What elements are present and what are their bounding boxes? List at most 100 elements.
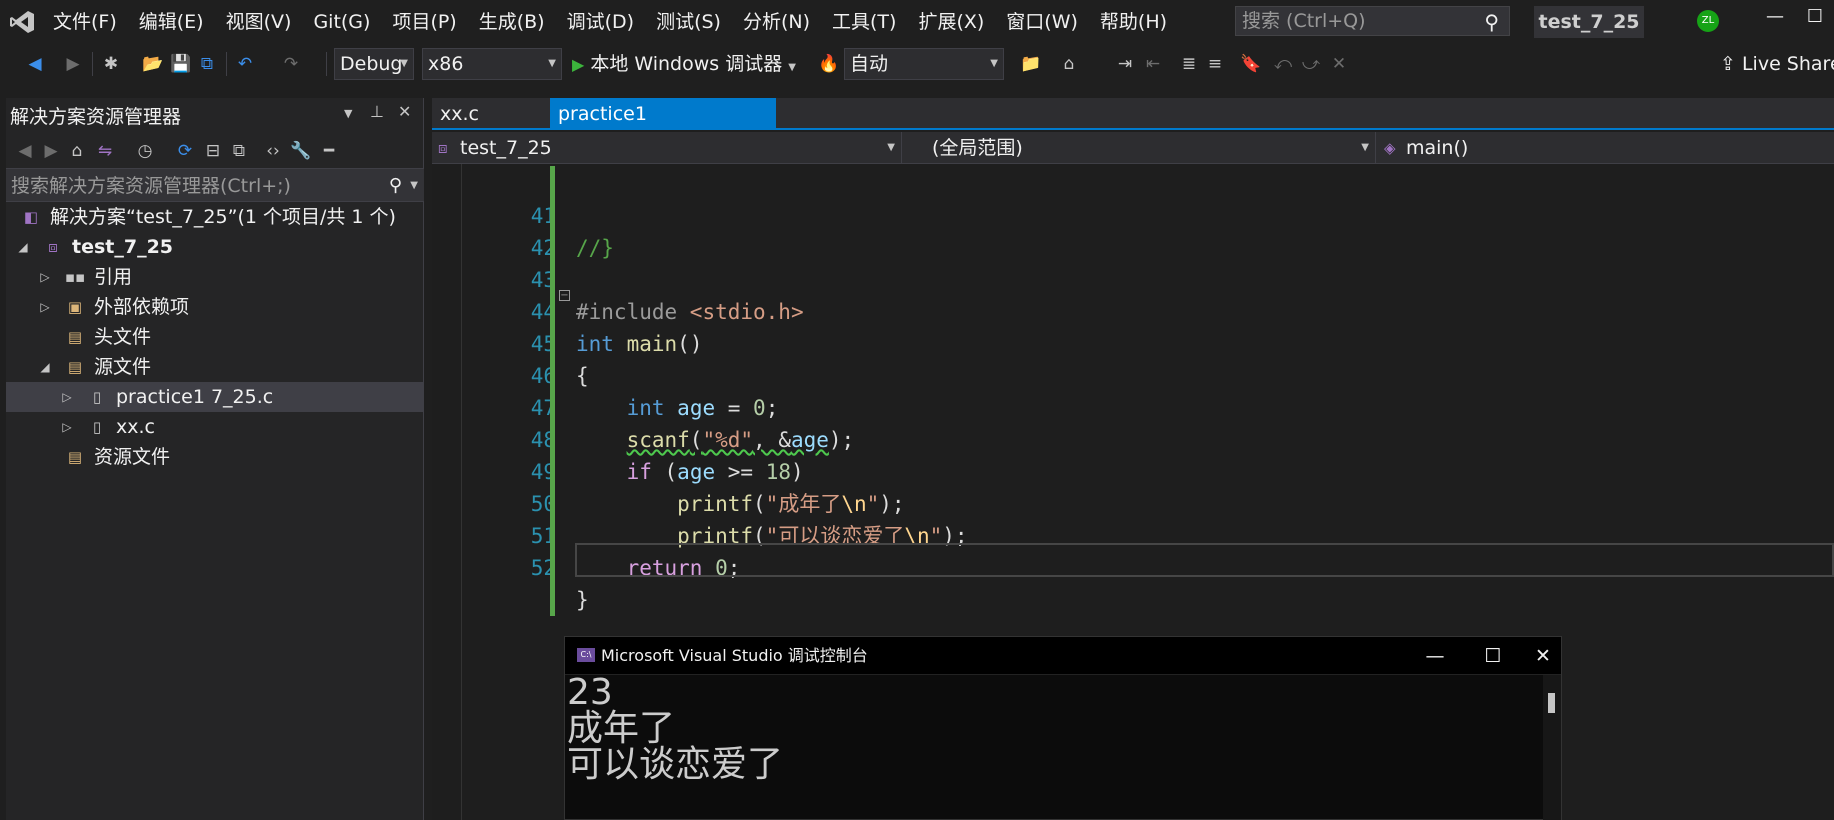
collapsed-arrow-icon[interactable]: ▷: [38, 292, 52, 322]
code-line-46[interactable]: 46 int age = 0;: [432, 328, 1834, 420]
pin-icon[interactable]: ⊥: [370, 102, 384, 121]
console-scrollbar[interactable]: [1543, 675, 1561, 820]
menu-analyze[interactable]: 分析(N): [732, 9, 821, 35]
menu-help[interactable]: 帮助(H): [1089, 9, 1178, 35]
tree-item-resource-files[interactable]: ▤ 资源文件: [6, 442, 424, 472]
tree-item-references[interactable]: ▷ ▪▪ 引用: [6, 262, 424, 292]
tree-item-header-files[interactable]: ▤ 头文件: [6, 322, 424, 352]
navigate-forward-icon[interactable]: ▶: [62, 53, 84, 75]
home-icon[interactable]: ⌂: [1058, 53, 1080, 75]
maximize-icon[interactable]: ☐: [1473, 639, 1513, 673]
code-line-48[interactable]: 48 if (age >= 18): [432, 392, 1834, 484]
code-line-44[interactable]: 44 int main(): [432, 264, 1834, 356]
nav-project-value: test_7_25: [460, 137, 552, 159]
code-line-51[interactable]: 51 return 0;: [432, 488, 1834, 580]
save-icon[interactable]: 💾: [170, 53, 192, 75]
solution-search-input[interactable]: 搜索解决方案资源管理器(Ctrl+;) ⚲ ▼: [6, 168, 424, 202]
step-over-icon[interactable]: ⇤: [1142, 53, 1164, 75]
code-line-47[interactable]: 47 scanf("%d", &age);: [432, 360, 1834, 452]
menu-build[interactable]: 生成(B): [468, 9, 556, 35]
navigate-back-icon[interactable]: ◀: [24, 53, 46, 75]
tree-item-practice-file[interactable]: ▷ ▯ practice1 7_25.c: [6, 382, 424, 412]
indent-icon[interactable]: ≡: [1204, 53, 1226, 75]
code-line-49[interactable]: 49 printf("成年了\n");: [432, 424, 1834, 516]
collapsed-arrow-icon[interactable]: ▷: [60, 412, 74, 442]
code-line-45[interactable]: 45 {: [432, 296, 1834, 388]
hot-reload-icon[interactable]: 🔥: [818, 53, 840, 75]
save-all-icon[interactable]: ⧉: [196, 53, 218, 75]
undo-icon[interactable]: ↶: [234, 53, 256, 75]
code-line-43[interactable]: 43 #include <stdio.h>: [432, 232, 1834, 324]
toolbar: ◀ ▶ ✱ 📂 💾 ⧉ ↶ ↷ Debug ▼ x86 ▼ ▶ 本地 Window…: [0, 44, 1834, 84]
scrollbar-thumb[interactable]: [1548, 693, 1555, 713]
tab-xx-c[interactable]: xx.c: [432, 98, 542, 130]
open-folder-icon[interactable]: 📂: [142, 53, 164, 75]
step-icon[interactable]: ⇥: [1114, 53, 1136, 75]
nav-scope-select[interactable]: (全局范围) ▼: [906, 132, 1376, 164]
forward-icon[interactable]: ▶: [40, 140, 62, 162]
nav-member-value: main(): [1406, 137, 1469, 159]
live-share-button[interactable]: ⇪ Live Share: [1720, 48, 1834, 80]
global-search-input[interactable]: 搜索 (Ctrl+Q) ⚲: [1235, 6, 1510, 36]
outdent-icon[interactable]: ≣: [1178, 53, 1200, 75]
back-icon[interactable]: ◀: [14, 140, 36, 162]
clear-bookmarks-icon[interactable]: ✕: [1328, 53, 1350, 75]
browse-folder-icon[interactable]: 📁: [1020, 53, 1042, 75]
sync-icon[interactable]: ⟳: [174, 140, 196, 162]
prev-bookmark-icon[interactable]: ⤺: [1272, 53, 1294, 75]
platform-select[interactable]: x86 ▼: [422, 48, 562, 80]
code-view-icon[interactable]: ‹›: [262, 140, 284, 162]
tree-item-xx-file[interactable]: ▷ ▯ xx.c: [6, 412, 424, 442]
new-project-icon[interactable]: ✱: [100, 53, 122, 75]
nav-project-select[interactable]: ⧈ test_7_25 ▼: [432, 132, 902, 164]
menu-git[interactable]: Git(G): [302, 9, 381, 35]
mode-select[interactable]: 自动 ▼: [844, 48, 1004, 80]
tree-item-solution[interactable]: ◧ 解决方案“test_7_25”(1 个项目/共 1 个): [6, 202, 424, 232]
panel-options-icon[interactable]: ▼: [344, 107, 352, 120]
collapsed-arrow-icon[interactable]: ▷: [38, 262, 52, 292]
tab-practice1[interactable]: practice1 7_25.c⊣✕: [550, 98, 776, 157]
expanded-arrow-icon[interactable]: ◢: [16, 232, 30, 262]
menu-edit[interactable]: 编辑(E): [128, 9, 215, 35]
menu-tools[interactable]: 工具(T): [821, 9, 907, 35]
redo-icon[interactable]: ↷: [280, 53, 302, 75]
code-line-50[interactable]: 50 printf("可以谈恋爱了\n");: [432, 456, 1834, 548]
collapse-all-icon[interactable]: ⊟: [202, 140, 224, 162]
switch-views-icon[interactable]: ⇋: [94, 140, 116, 162]
pending-changes-icon[interactable]: ◷: [134, 140, 156, 162]
collapsed-arrow-icon[interactable]: ▷: [60, 382, 74, 412]
code-line-41[interactable]: 41 //}: [432, 168, 1834, 260]
collapse-region-icon[interactable]: −: [559, 290, 570, 301]
show-all-files-icon[interactable]: ⧉: [228, 140, 250, 162]
menu-project[interactable]: 项目(P): [381, 9, 467, 35]
tree-item-external-deps[interactable]: ▷ ▣ 外部依赖项: [6, 292, 424, 322]
start-debugging-button[interactable]: ▶ 本地 Windows 调试器 ▼: [572, 48, 796, 80]
tree-item-source-files[interactable]: ◢ ▤ 源文件: [6, 352, 424, 382]
user-avatar[interactable]: ZL: [1697, 10, 1719, 32]
menu-test[interactable]: 测试(S): [645, 9, 732, 35]
next-bookmark-icon[interactable]: ⤻: [1300, 53, 1322, 75]
menu-view[interactable]: 视图(V): [215, 9, 303, 35]
minimize-icon[interactable]: —: [1415, 639, 1455, 673]
console-output[interactable]: 23 成年了 可以谈恋爱了: [565, 675, 1545, 820]
nav-member-select[interactable]: ◈ main(): [1378, 132, 1834, 164]
bookmark-icon[interactable]: 🔖: [1240, 53, 1262, 75]
preview-icon[interactable]: ━: [318, 140, 340, 162]
menu-extensions[interactable]: 扩展(X): [907, 9, 995, 35]
config-select[interactable]: Debug ▼: [334, 48, 414, 80]
close-icon[interactable]: ✕: [1523, 639, 1563, 673]
minimize-icon[interactable]: —: [1760, 6, 1790, 27]
maximize-icon[interactable]: ☐: [1800, 6, 1830, 27]
close-panel-icon[interactable]: ✕: [398, 102, 411, 121]
properties-icon[interactable]: 🔧: [290, 140, 312, 162]
expanded-arrow-icon[interactable]: ◢: [38, 352, 52, 382]
home-icon[interactable]: ⌂: [66, 140, 88, 162]
console-line: 成年了: [567, 708, 676, 749]
menu-file[interactable]: 文件(F): [42, 9, 128, 35]
code-line-42[interactable]: 42: [432, 200, 1834, 260]
menu-debug[interactable]: 调试(D): [556, 9, 645, 35]
tree-item-project[interactable]: ◢ ⧈ test_7_25: [6, 232, 424, 262]
menu-window[interactable]: 窗口(W): [995, 9, 1089, 35]
document-tabs: xx.c practice1 7_25.c⊣✕: [432, 98, 1834, 157]
c-file-icon: ▯: [92, 418, 102, 436]
